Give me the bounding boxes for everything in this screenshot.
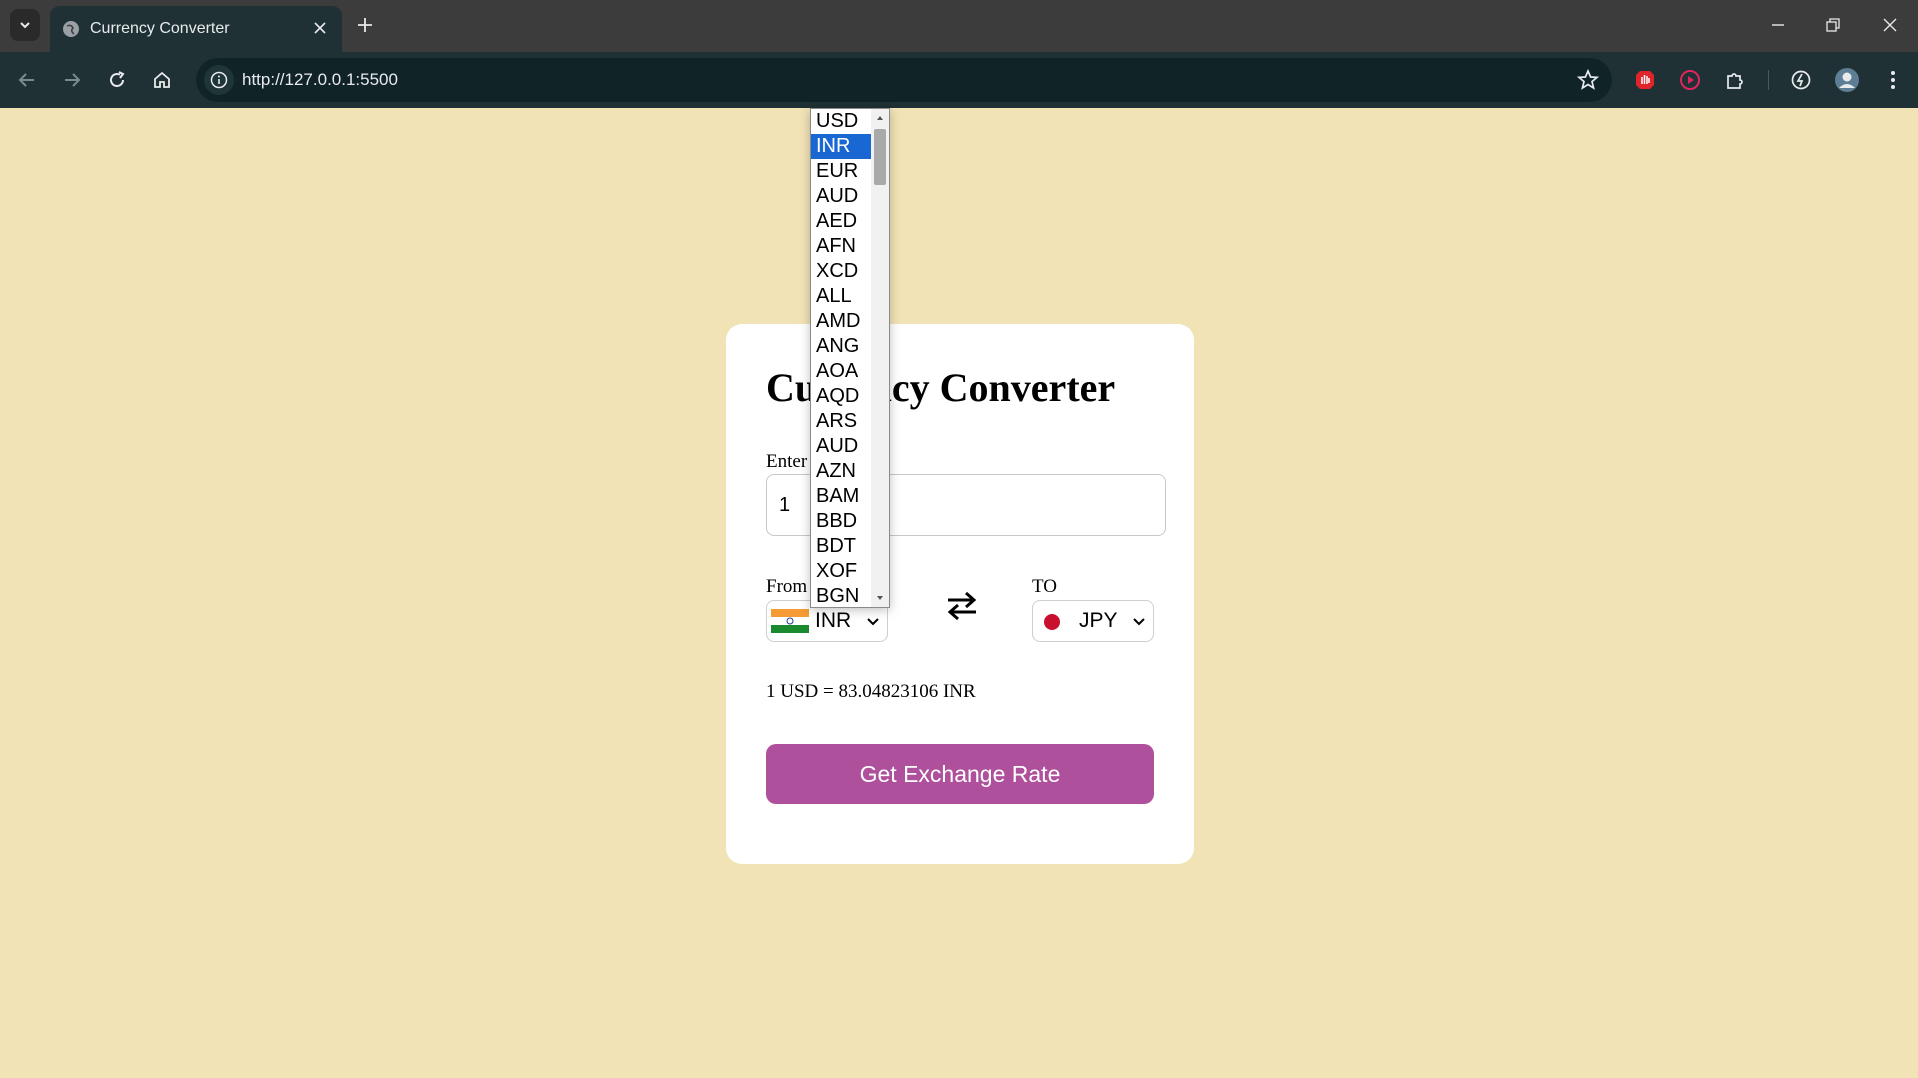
dropdown-option[interactable]: AED (811, 209, 871, 234)
home-button[interactable] (147, 65, 177, 95)
hand-stop-icon (1636, 71, 1654, 89)
more-vertical-icon (1891, 71, 1895, 89)
from-currency-value: INR (815, 609, 852, 632)
dropdown-option[interactable]: AMD (811, 309, 871, 334)
toolbar-divider (1768, 70, 1769, 90)
extensions-button[interactable] (1720, 65, 1750, 95)
dropdown-option[interactable]: BBD (811, 509, 871, 534)
minimize-button[interactable] (1760, 10, 1796, 40)
dropdown-option[interactable]: EUR (811, 159, 871, 184)
performance-button[interactable] (1786, 65, 1816, 95)
to-currency-select[interactable]: JPY (1032, 600, 1154, 642)
close-window-button[interactable] (1872, 10, 1908, 40)
close-icon (314, 22, 326, 34)
dropdown-option[interactable]: BGN (811, 584, 871, 607)
play-circle-icon (1680, 70, 1700, 90)
info-icon (210, 71, 228, 89)
speedometer-icon (1791, 70, 1811, 90)
avatar-icon (1835, 68, 1859, 92)
forward-button[interactable] (57, 65, 87, 95)
dropdown-option[interactable]: ALL (811, 284, 871, 309)
dropdown-option[interactable]: XOF (811, 559, 871, 584)
scroll-down-icon[interactable] (875, 593, 885, 603)
restore-icon (1826, 18, 1840, 32)
url-text[interactable]: http://127.0.0.1:5500 (242, 70, 398, 90)
restore-button[interactable] (1815, 10, 1851, 40)
extension-video[interactable] (1675, 65, 1705, 95)
address-bar[interactable]: http://127.0.0.1:5500 (196, 58, 1612, 102)
browser-menu-button[interactable] (1878, 65, 1908, 95)
chevron-down-icon (867, 618, 879, 626)
site-info-button[interactable] (204, 65, 234, 95)
japan-flag-icon (1044, 614, 1060, 630)
dropdown-scrollbar[interactable] (871, 109, 889, 607)
minimize-icon (1772, 24, 1784, 26)
arrow-right-icon (65, 73, 81, 87)
plus-icon (358, 18, 372, 32)
swap-arrows-icon[interactable] (944, 588, 980, 624)
dropdown-option[interactable]: INR (811, 134, 871, 159)
bookmark-star-icon[interactable] (1576, 68, 1600, 92)
tab-search-button[interactable] (10, 9, 40, 41)
extension-adblock[interactable] (1630, 65, 1660, 95)
dropdown-option[interactable]: AQD (811, 384, 871, 409)
dropdown-option[interactable]: BDT (811, 534, 871, 559)
to-label: TO (1032, 576, 1057, 597)
reload-button[interactable] (102, 65, 132, 95)
close-icon (1883, 18, 1897, 32)
chevron-down-icon (20, 22, 30, 29)
dropdown-options: USD INR EUR AUD AED AFN XCD ALL AMD ANG AOA AQD ARS A… (811, 109, 871, 607)
dropdown-option[interactable]: AUD (811, 434, 871, 459)
converter-card: Currency Converter Enter Amount From INR… (726, 324, 1194, 864)
currency-dropdown-list[interactable]: USD INR EUR AUD AED AFN XCD ALL AMD ANG AOA AQD ARS A… (810, 108, 890, 608)
dropdown-option[interactable]: ARS (811, 409, 871, 434)
dropdown-option[interactable]: BAM (811, 484, 871, 509)
globe-icon (63, 21, 79, 37)
exchange-rate-text: 1 USD = 83.04823106 INR (766, 681, 976, 702)
reload-icon (110, 71, 125, 87)
dropdown-option[interactable]: XCD (811, 259, 871, 284)
arrow-left-icon (18, 73, 34, 87)
puzzle-icon (1727, 73, 1743, 89)
tab-close-button[interactable] (310, 18, 330, 38)
browser-toolbar: http://127.0.0.1:5500 (0, 52, 1918, 108)
tab-strip: Currency Converter (0, 0, 1918, 52)
back-button[interactable] (12, 65, 42, 95)
home-icon (154, 71, 170, 88)
dropdown-option[interactable]: USD (811, 109, 871, 134)
scroll-up-icon[interactable] (875, 113, 885, 123)
get-exchange-rate-button[interactable]: Get Exchange Rate (766, 744, 1154, 804)
scrollbar-thumb[interactable] (874, 129, 886, 185)
dropdown-option[interactable]: ANG (811, 334, 871, 359)
tab-title: Currency Converter (90, 20, 230, 37)
to-currency-value: JPY (1079, 609, 1118, 632)
profile-avatar[interactable] (1832, 65, 1862, 95)
dropdown-option[interactable]: AOA (811, 359, 871, 384)
dropdown-option[interactable]: AZN (811, 459, 871, 484)
chevron-down-icon (1133, 618, 1145, 626)
dropdown-option[interactable]: AUD (811, 184, 871, 209)
browser-tab[interactable]: Currency Converter (50, 6, 342, 52)
india-flag-icon (771, 609, 809, 633)
dropdown-option[interactable]: AFN (811, 234, 871, 259)
new-tab-button[interactable] (352, 12, 378, 38)
from-label: From (766, 576, 808, 597)
